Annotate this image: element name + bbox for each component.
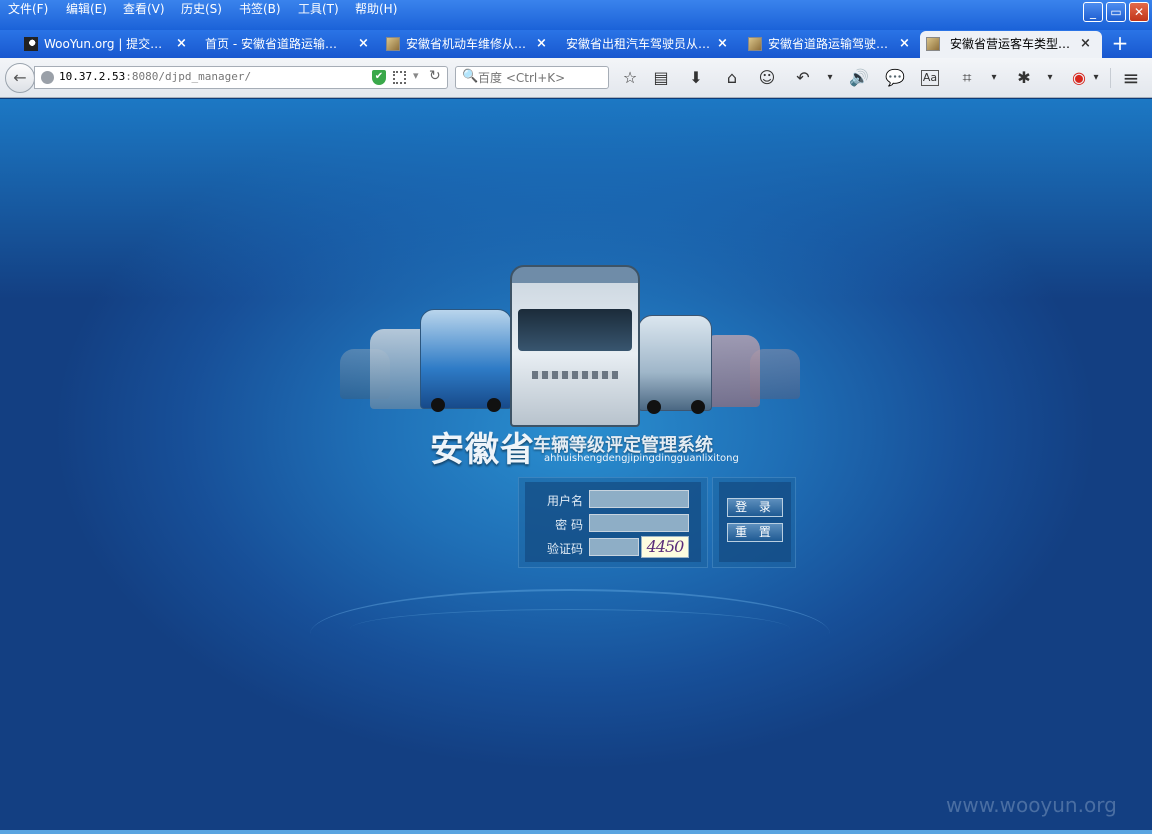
bus-image — [510, 265, 640, 427]
username-label: 用户名 — [546, 494, 583, 508]
tab-close-icon[interactable]: × — [358, 31, 369, 57]
bus-image — [420, 309, 512, 412]
reload-icon[interactable]: ↻ — [429, 68, 441, 84]
home-icon[interactable]: ⌂ — [721, 67, 743, 89]
menu-bookmarks[interactable]: 书签(B) — [239, 2, 281, 16]
minimize-button[interactable]: _ — [1083, 2, 1103, 22]
tab-repair[interactable]: 安徽省机动车维修从… × — [380, 31, 552, 58]
password-input[interactable] — [589, 514, 689, 532]
action-panel: 登 录 重 置 — [712, 477, 796, 568]
page-favicon-icon — [386, 37, 400, 51]
emoji-icon[interactable]: ☺ — [756, 67, 778, 89]
crop-icon[interactable]: ⌗ — [956, 67, 978, 89]
menu-help[interactable]: 帮助(H) — [355, 2, 397, 16]
decorative-arc — [350, 609, 790, 649]
captcha-label: 验证码 — [546, 542, 583, 556]
menu-edit[interactable]: 编辑(E) — [66, 2, 107, 16]
login-button[interactable]: 登 录 — [727, 498, 783, 517]
page-favicon-icon — [926, 37, 940, 51]
reading-list-icon[interactable]: ▤ — [650, 67, 672, 89]
new-tab-button[interactable]: + — [1108, 30, 1132, 58]
reset-button[interactable]: 重 置 — [727, 523, 783, 542]
page-content: 安徽省 车辆等级评定管理系统 ahhuishengdengjipingdingg… — [0, 99, 1152, 834]
search-icon: 🔍 — [462, 69, 479, 84]
tab-close-icon[interactable]: × — [176, 31, 187, 57]
navigation-toolbar: ← 10.37.2.53:8080/djpd_manager/ ✔ ▾ ↻ 🔍 … — [0, 58, 1152, 98]
bus-image — [638, 315, 712, 414]
tab-close-icon[interactable]: × — [899, 31, 910, 57]
username-input[interactable] — [589, 490, 689, 508]
page-favicon-icon — [748, 37, 762, 51]
tab-close-icon[interactable]: × — [536, 31, 547, 57]
tab-bar: WooYun.org | 提交… × 首页 - 安徽省道路运输… × 安徽省机动… — [0, 30, 1152, 58]
tab-taxi[interactable]: 安徽省出租汽车驾驶员从… × — [561, 31, 735, 58]
menu-file[interactable]: 文件(F) — [8, 2, 48, 16]
crop-dropdown-icon[interactable]: ▾ — [988, 67, 1000, 89]
url-dropdown-icon[interactable]: ▾ — [413, 69, 419, 82]
undo-icon[interactable]: ↶ — [792, 67, 814, 89]
search-input[interactable] — [478, 69, 606, 87]
bookmark-star-icon[interactable]: ☆ — [619, 67, 641, 89]
address-bar[interactable]: 10.37.2.53:8080/djpd_manager/ ✔ ▾ ↻ — [34, 66, 448, 89]
bug-dropdown-icon[interactable]: ▾ — [1044, 67, 1056, 89]
menu-view[interactable]: 查看(V) — [123, 2, 165, 16]
wooyun-favicon-icon — [24, 37, 38, 51]
bug-icon[interactable]: ✱ — [1013, 67, 1035, 89]
weibo-dropdown-icon[interactable]: ▾ — [1090, 67, 1102, 89]
volume-icon[interactable]: 🔊 — [848, 67, 870, 89]
tab-driver[interactable]: 安徽省道路运输驾驶… × — [742, 31, 916, 58]
tab-home[interactable]: 首页 - 安徽省道路运输… × — [200, 31, 374, 58]
qr-code-icon[interactable] — [393, 71, 406, 84]
back-button[interactable]: ← — [5, 63, 35, 93]
globe-icon — [41, 71, 54, 84]
tab-active-bus-type[interactable]: 安徽省营运客车类型… × — [920, 31, 1102, 58]
captcha-image[interactable]: 4450 — [641, 536, 689, 558]
download-icon[interactable]: ⬇ — [685, 67, 707, 89]
watermark: www.wooyun.org — [946, 793, 1117, 817]
tab-close-icon[interactable]: × — [717, 31, 728, 57]
menu-tools[interactable]: 工具(T) — [298, 2, 339, 16]
tab-close-icon[interactable]: × — [1080, 31, 1091, 57]
close-window-button[interactable]: ✕ — [1129, 2, 1149, 22]
chat-icon[interactable]: 💬 — [884, 67, 906, 89]
weibo-icon[interactable]: ◉ — [1068, 67, 1090, 89]
password-label: 密 码 — [555, 518, 583, 532]
menu-history[interactable]: 历史(S) — [181, 2, 222, 16]
tab-wooyun[interactable]: WooYun.org | 提交… × — [18, 31, 194, 58]
menu-bar: 文件(F) 编辑(E) 查看(V) 历史(S) 书签(B) 工具(T) 帮助(H… — [0, 0, 1152, 30]
search-box[interactable]: 🔍 — [455, 66, 609, 89]
brand-pinyin: ahhuishengdengjipingdingguanlixitong — [544, 453, 739, 464]
shield-icon[interactable]: ✔ — [372, 70, 386, 85]
bus-illustration — [340, 259, 820, 427]
login-form: 用户名 密 码 验证码 4450 — [518, 477, 708, 568]
brand-title: 安徽省 — [430, 430, 535, 470]
captcha-input[interactable] — [589, 538, 639, 556]
restore-button[interactable]: ▭ — [1106, 2, 1126, 22]
toolbar-separator — [1110, 68, 1111, 88]
menu-icon[interactable]: ≡ — [1120, 67, 1142, 89]
url-text[interactable]: 10.37.2.53:8080/djpd_manager/ — [59, 70, 251, 83]
undo-dropdown-icon[interactable]: ▾ — [824, 67, 836, 89]
reader-mode-icon[interactable]: Aa — [921, 70, 939, 86]
